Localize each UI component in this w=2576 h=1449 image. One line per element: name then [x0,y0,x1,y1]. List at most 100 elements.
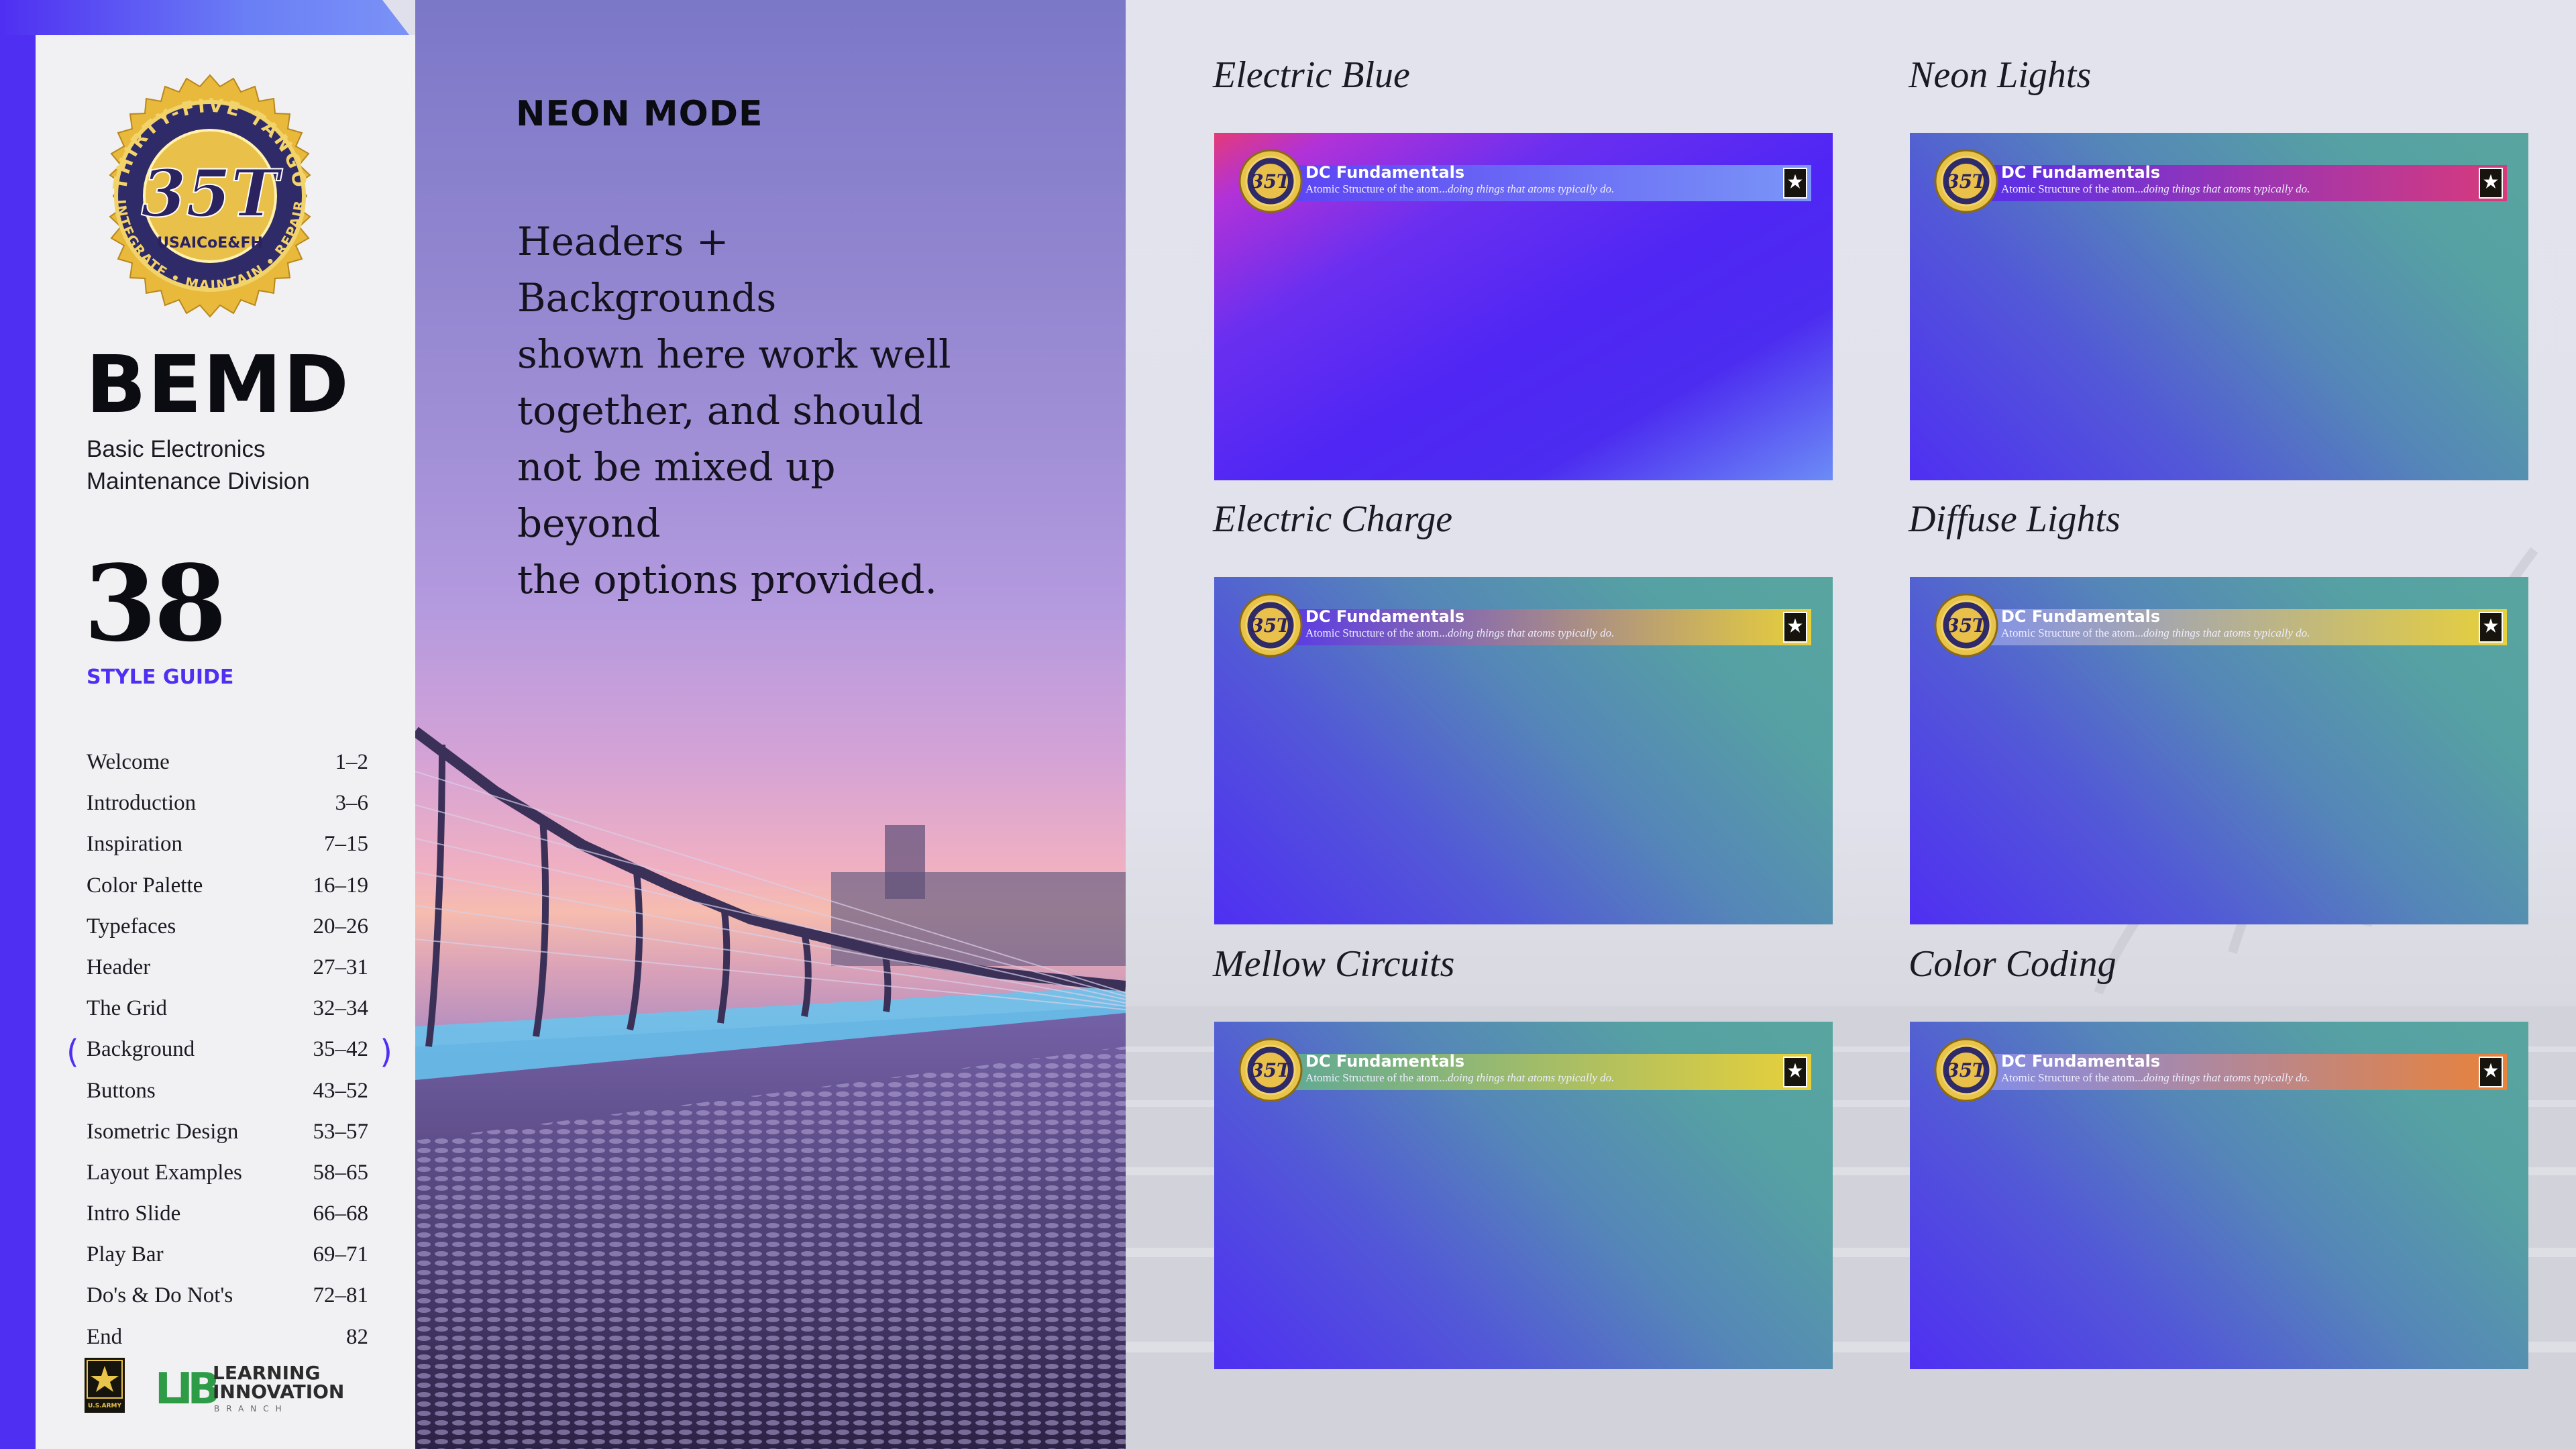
toc-item[interactable]: Typefaces 20–26 [87,910,368,951]
sample-title: Electric Charge [1213,498,1453,540]
toc-item-label: Buttons [87,1078,156,1103]
table-of-contents: Welcome 1–2 Introduction 3–6 Inspiration 7–15… [66,746,392,1362]
seal-text: 35T [1946,1059,1988,1081]
sample-header-title: DC Fundamentals [1305,1052,1465,1071]
body-line: Headers + Backgrounds [517,219,777,321]
35t-seal-icon: 35T [1238,149,1303,213]
toc-item[interactable]: Introduction 3–6 [87,787,368,828]
sample-header-title: DC Fundamentals [1305,607,1465,626]
toc-item-pages: 82 [346,1324,368,1349]
toc-item-label: Play Bar [87,1242,164,1267]
army-star-icon [1783,168,1807,199]
subtitle-italic: doing things that atoms typically do. [2143,627,2310,639]
badge-inner: USAICoE&FH [157,235,263,252]
toc-item-label: Intro Slide [87,1201,181,1226]
toc-item-label: Background [87,1037,195,1062]
35t-badge-logo: THIRTY-FIVE TANGO INTEGRATE • MAINTAIN •… [109,74,311,318]
sample-card: 35T DC Fundamentals Atomic Structure of th… [1214,133,1833,480]
division-subtitle-line2: Maintenance Division [87,468,310,494]
toc-item-label: Welcome [87,750,170,774]
section-body: Headers + Backgrounds shown here work wel… [517,213,987,608]
toc-item-label: Layout Examples [87,1160,242,1185]
sample-header-subtitle: Atomic Structure of the atom...doing thi… [2001,627,2310,640]
body-line: the options provided. [517,557,937,602]
army-star-icon [2479,612,2503,643]
toc-item-label: Do's & Do Not's [87,1283,233,1308]
toc-item[interactable]: Play Bar 69–71 [87,1238,368,1279]
toc-item[interactable]: Buttons 43–52 [87,1075,368,1116]
35t-seal-icon: 35T [1934,1038,1998,1102]
lib-line2: INNOVATION [213,1381,344,1403]
toc-item-pages: 27–31 [313,955,369,979]
sample-title: Diffuse Lights [1909,498,2121,540]
sample-header-subtitle: Atomic Structure of the atom...doing thi… [2001,182,2310,196]
badge-center: 35T [141,156,283,231]
toc-item-pages: 32–34 [313,996,369,1021]
subtitle-italic: doing things that atoms typically do. [1447,182,1615,195]
toc-item-pages: 7–15 [324,832,368,857]
toc-item-label: Isometric Design [87,1119,239,1144]
sample-header-subtitle: Atomic Structure of the atom...doing thi… [2001,1071,2310,1085]
sample-header-title: DC Fundamentals [2001,1052,2161,1071]
subtitle-plain: Atomic Structure of the atom... [1305,1071,1448,1084]
toc-item-pages: 35–42 [313,1037,369,1062]
sample-card: 35T DC Fundamentals Atomic Structure of th… [1910,577,2528,924]
toc-item[interactable]: Isometric Design 53–57 [87,1116,368,1157]
toc-item[interactable]: End 82 [87,1321,368,1362]
35t-seal-icon: 35T [1934,593,1998,657]
toc-item[interactable]: Welcome 1–2 [87,746,368,787]
seal-text: 35T [1250,614,1292,637]
active-bracket-left: ( [66,1033,79,1071]
toc-item-pages: 72–81 [313,1283,369,1308]
sample-header-subtitle: Atomic Structure of the atom...doing thi… [1305,182,1614,196]
toc-item[interactable]: The Grid 32–34 [87,992,368,1033]
sidebar-accent-strip [0,0,36,1449]
toc-item-pages: 69–71 [313,1242,369,1267]
sidebar: THIRTY-FIVE TANGO INTEGRATE • MAINTAIN •… [36,35,415,1449]
active-bracket-right: ) [380,1033,392,1071]
us-army-logo: U.S.ARMY [85,1358,125,1413]
sample-title: Electric Blue [1213,54,1410,96]
sample-card: 35T DC Fundamentals Atomic Structure of th… [1910,1022,2528,1369]
35t-seal-icon: 35T [1238,593,1303,657]
sample-card: 35T DC Fundamentals Atomic Structure of th… [1214,577,1833,924]
sample-title: Neon Lights [1909,54,2092,96]
army-logo-text: U.S.ARMY [88,1403,121,1409]
toc-item[interactable]: ( Background 35–42) [66,1033,392,1074]
subtitle-plain: Atomic Structure of the atom... [2001,627,2143,639]
sidebar-top-tab [0,0,409,35]
toc-item[interactable]: Layout Examples 58–65 [87,1157,368,1197]
hero-photo-panel: NEON MODE Headers + Backgrounds shown her… [415,0,1126,1449]
toc-item[interactable]: Do's & Do Not's 72–81 [87,1279,368,1320]
toc-item[interactable]: Header 27–31 [87,951,368,992]
subtitle-plain: Atomic Structure of the atom... [2001,1071,2143,1084]
sample-header-title: DC Fundamentals [1305,163,1465,182]
army-star-icon [1783,1057,1807,1087]
army-star-icon [1783,612,1807,643]
division-subtitle: Basic Electronics Maintenance Division [87,433,310,498]
toc-item-pages: 66–68 [313,1201,369,1226]
35t-seal-icon: 35T [1934,149,1998,213]
toc-item[interactable]: Color Palette 16–19 [87,869,368,910]
sample-header-subtitle: Atomic Structure of the atom...doing thi… [1305,627,1614,640]
subtitle-italic: doing things that atoms typically do. [1447,627,1615,639]
subtitle-plain: Atomic Structure of the atom... [1305,627,1448,639]
sample-card: 35T DC Fundamentals Atomic Structure of th… [1214,1022,1833,1369]
seal-text: 35T [1250,170,1292,193]
section-heading: NEON MODE [516,94,763,134]
toc-item[interactable]: Intro Slide 66–68 [87,1197,368,1238]
samples-panel: Electric Blue 35T DC Fundamentals Atomic St… [1126,0,2576,1449]
subtitle-plain: Atomic Structure of the atom... [1305,182,1448,195]
toc-item[interactable]: Inspiration 7–15 [87,828,368,869]
body-line: not be mixed up beyond [517,444,836,546]
sample-header-title: DC Fundamentals [2001,163,2161,182]
toc-item-pages: 43–52 [313,1078,369,1103]
division-title: BEMD [86,338,350,431]
toc-item-label: Color Palette [87,873,203,898]
sample-header-title: DC Fundamentals [2001,607,2161,626]
lib-line3: BRANCH [214,1404,288,1413]
toc-item-label: Typefaces [87,914,176,938]
sample-header-subtitle: Atomic Structure of the atom...doing thi… [1305,1071,1614,1085]
sample-card: 35T DC Fundamentals Atomic Structure of th… [1910,133,2528,480]
toc-item-label: End [87,1324,123,1349]
